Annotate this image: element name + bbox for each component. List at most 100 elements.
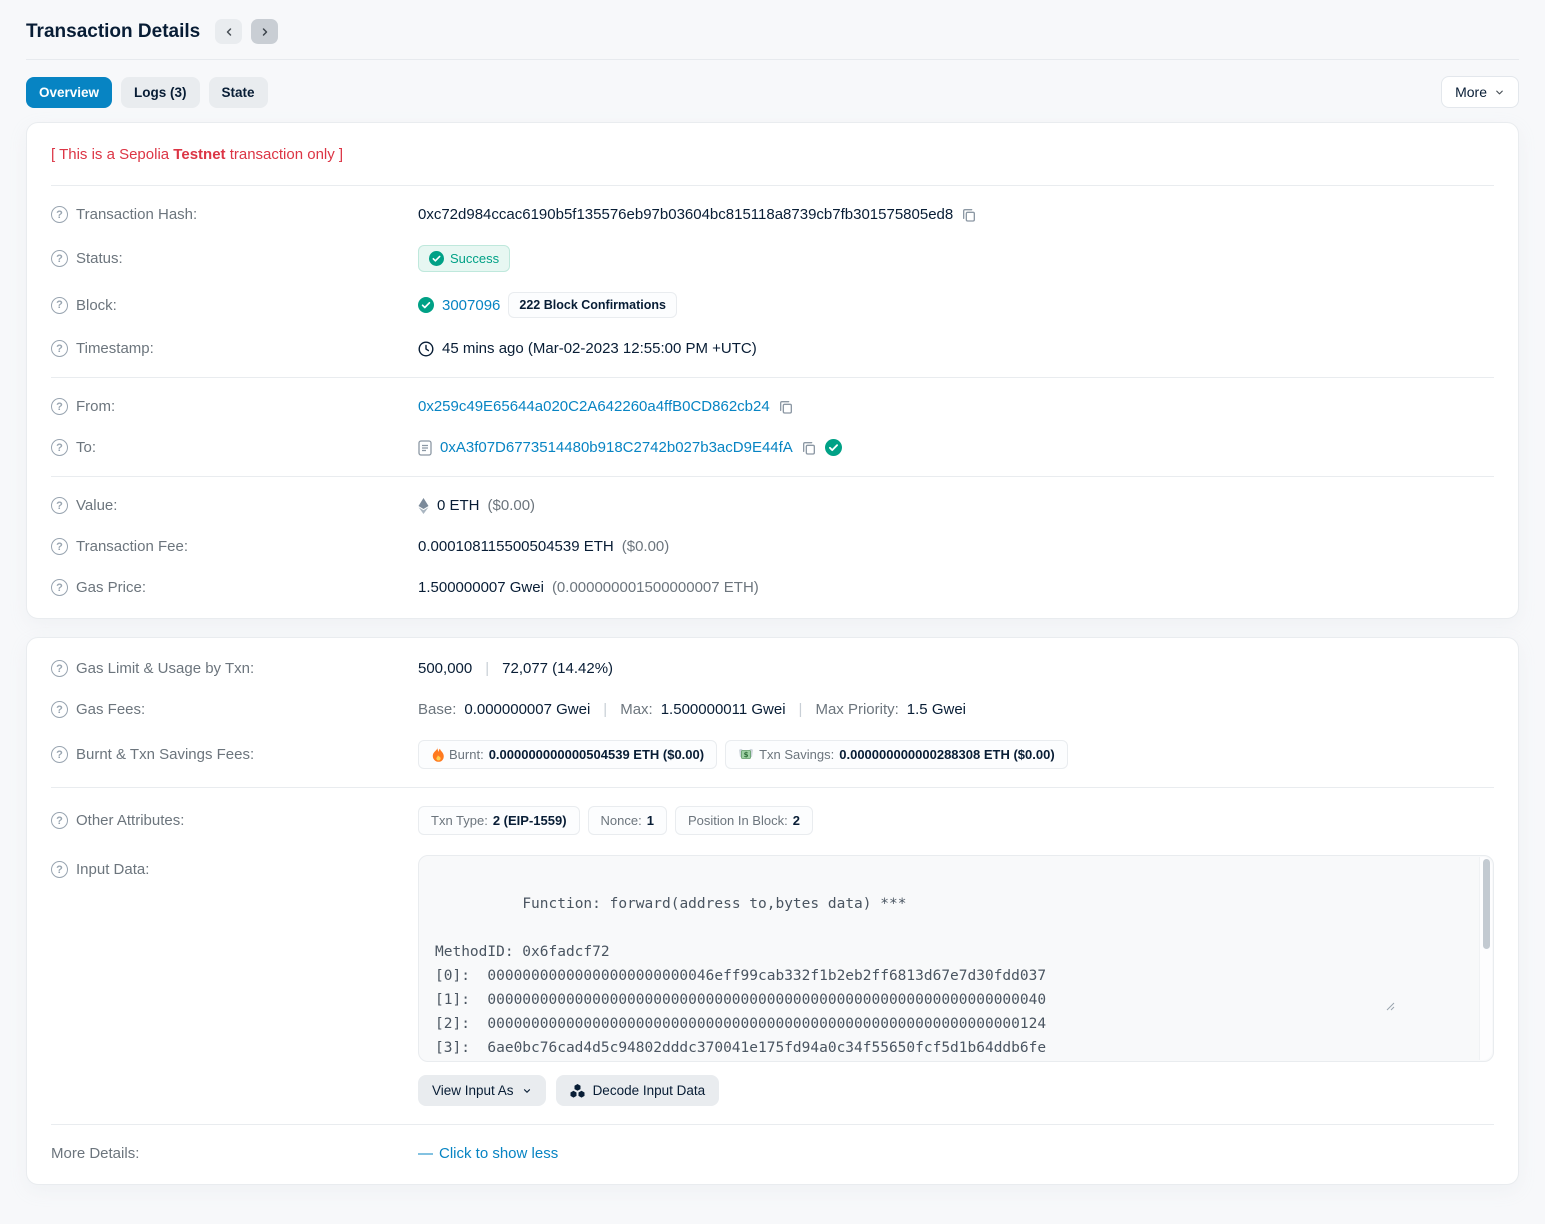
page-header: Transaction Details	[26, 0, 1519, 59]
testnet-warning: [ This is a Sepolia Testnet transaction …	[51, 133, 1494, 177]
contract-file-icon	[418, 440, 432, 456]
flame-icon	[431, 747, 444, 762]
timestamp-row: Timestamp: 45 mins ago (Mar-02-2023 12:5…	[51, 328, 1494, 369]
decode-input-data-button[interactable]: Decode Input Data	[556, 1075, 720, 1106]
from-address-link[interactable]: 0x259c49E65644a020C2A642260a4ffB0CD862cb…	[418, 398, 770, 415]
nonce-label: Nonce:	[601, 813, 642, 828]
cubes-icon	[570, 1084, 585, 1098]
to-row: To: 0xA3f07D6773514480b918C2742b027b3acD…	[51, 427, 1494, 468]
from-row: From: 0x259c49E65644a020C2A642260a4ffB0C…	[51, 386, 1494, 427]
copy-icon	[778, 399, 794, 415]
input-data-label: Input Data:	[76, 861, 149, 878]
chevron-down-icon	[522, 1086, 532, 1096]
burnt-badge-label: Burnt:	[449, 747, 484, 762]
position-in-block-label: Position In Block:	[688, 813, 788, 828]
help-icon[interactable]	[51, 701, 68, 718]
decode-input-data-label: Decode Input Data	[593, 1083, 706, 1098]
base-fee-value: 0.000000007 Gwei	[464, 701, 590, 718]
resize-grip-icon[interactable]	[1386, 954, 1491, 1059]
more-details-row: More Details: — Click to show less	[51, 1133, 1494, 1174]
help-icon[interactable]	[51, 579, 68, 596]
collapse-dash-icon: —	[418, 1145, 433, 1162]
next-transaction-button[interactable]	[251, 19, 278, 44]
txn-savings-badge: $ Txn Savings: 0.000000000000288308 ETH …	[725, 740, 1068, 769]
transaction-fee-row: Transaction Fee: 0.000108115500504539 ET…	[51, 526, 1494, 567]
input-data-row: Input Data: Function: forward(address to…	[51, 845, 1494, 1116]
tab-logs[interactable]: Logs (3)	[121, 77, 200, 108]
gas-usage-value: 72,077 (14.42%)	[502, 660, 613, 677]
divider	[51, 476, 1494, 477]
gas-price-label: Gas Price:	[76, 579, 146, 596]
block-confirmations-label: 222 Block Confirmations	[519, 298, 666, 312]
transaction-details-page: Transaction Details Overview Logs (3) St…	[0, 0, 1545, 1185]
gas-price-value: 1.500000007 Gwei	[418, 579, 544, 596]
chevron-right-icon	[259, 26, 271, 38]
copy-from-address-button[interactable]	[778, 399, 794, 415]
help-icon[interactable]	[51, 297, 68, 314]
max-fee-label: Max:	[620, 701, 653, 718]
more-dropdown-button[interactable]: More	[1441, 76, 1519, 108]
copy-hash-button[interactable]	[961, 207, 977, 223]
block-number-link[interactable]: 3007096	[442, 297, 500, 314]
gas-limit-label: Gas Limit & Usage by Txn:	[76, 660, 254, 677]
help-icon[interactable]	[51, 660, 68, 677]
timestamp-label: Timestamp:	[76, 340, 154, 357]
show-less-link[interactable]: — Click to show less	[418, 1145, 558, 1162]
copy-icon	[961, 207, 977, 223]
details-card: Gas Limit & Usage by Txn: 500,000 | 72,0…	[26, 637, 1519, 1185]
separator: |	[480, 660, 494, 677]
help-icon[interactable]	[51, 398, 68, 415]
transaction-fee-usd: ($0.00)	[622, 538, 670, 555]
divider	[51, 1124, 1494, 1125]
help-icon[interactable]	[51, 538, 68, 555]
more-details-label: More Details:	[51, 1145, 139, 1162]
status-row: Status: Success	[51, 235, 1494, 282]
block-row: Block: 3007096 222 Block Confirmations	[51, 282, 1494, 328]
transaction-hash-label: Transaction Hash:	[76, 206, 197, 223]
other-attributes-label: Other Attributes:	[76, 812, 184, 829]
gas-price-row: Gas Price: 1.500000007 Gwei (0.000000001…	[51, 567, 1494, 608]
nonce-value: 1	[647, 813, 654, 828]
help-icon[interactable]	[51, 861, 68, 878]
status-badge: Success	[418, 245, 510, 272]
burnt-fees-row: Burnt & Txn Savings Fees: Burnt: 0.00000…	[51, 730, 1494, 779]
txn-type-value: 2 (EIP-1559)	[493, 813, 567, 828]
verified-contract-check-icon	[825, 439, 842, 456]
view-input-as-label: View Input As	[432, 1083, 514, 1098]
view-input-as-button[interactable]: View Input As	[418, 1075, 546, 1106]
gas-fees-row: Gas Fees: Base: 0.000000007 Gwei | Max: …	[51, 689, 1494, 730]
money-wings-icon: $	[738, 748, 754, 761]
value-row: Value: 0 ETH ($0.00)	[51, 485, 1494, 526]
burnt-fees-label: Burnt & Txn Savings Fees:	[76, 746, 254, 763]
separator: |	[794, 701, 808, 718]
help-icon[interactable]	[51, 497, 68, 514]
testnet-warning-prefix: [ This is a Sepolia	[51, 146, 173, 163]
to-address-link[interactable]: 0xA3f07D6773514480b918C2742b027b3acD9E44…	[440, 439, 793, 456]
divider	[51, 377, 1494, 378]
status-badge-label: Success	[450, 251, 499, 266]
timestamp-value: 45 mins ago (Mar-02-2023 12:55:00 PM +UT…	[442, 340, 757, 357]
help-icon[interactable]	[51, 439, 68, 456]
help-icon[interactable]	[51, 746, 68, 763]
copy-to-address-button[interactable]	[801, 440, 817, 456]
input-data-textarea[interactable]: Function: forward(address to,bytes data)…	[418, 855, 1494, 1062]
help-icon[interactable]	[51, 250, 68, 267]
from-label: From:	[76, 398, 115, 415]
previous-transaction-button[interactable]	[215, 19, 242, 44]
svg-text:$: $	[744, 751, 749, 759]
txn-type-label: Txn Type:	[431, 813, 488, 828]
txn-savings-badge-value: 0.000000000000288308 ETH ($0.00)	[839, 747, 1054, 762]
page-title: Transaction Details	[26, 21, 200, 43]
help-icon[interactable]	[51, 340, 68, 357]
tab-overview[interactable]: Overview	[26, 77, 112, 108]
nonce-badge: Nonce: 1	[588, 806, 667, 835]
transaction-fee-label: Transaction Fee:	[76, 538, 188, 555]
help-icon[interactable]	[51, 812, 68, 829]
help-icon[interactable]	[51, 206, 68, 223]
eth-icon	[418, 498, 429, 514]
more-dropdown-label: More	[1455, 84, 1487, 100]
txn-savings-badge-label: Txn Savings:	[759, 747, 834, 762]
scrollbar-thumb[interactable]	[1483, 859, 1490, 949]
tab-state[interactable]: State	[209, 77, 268, 108]
testnet-warning-bold: Testnet	[173, 146, 225, 163]
